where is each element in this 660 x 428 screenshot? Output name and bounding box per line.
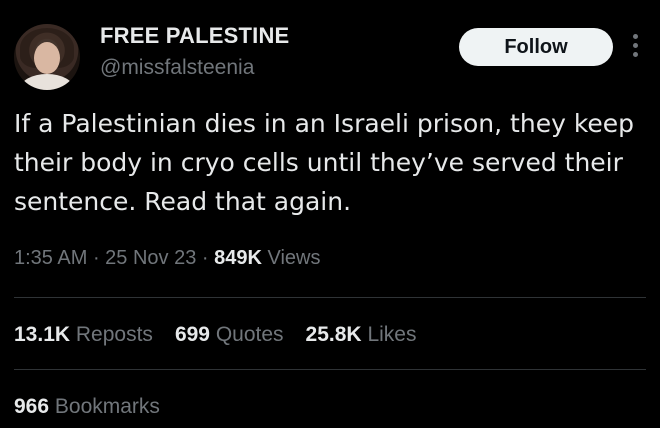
views-label: Views bbox=[267, 247, 321, 269]
engagement-stats: 13.1K Reposts 699 Quotes 25.8K Likes bbox=[14, 323, 416, 347]
reposts-label: Reposts bbox=[75, 323, 153, 346]
more-dot bbox=[632, 34, 638, 39]
more-dot bbox=[632, 52, 638, 57]
follow-button[interactable]: Follow bbox=[459, 28, 613, 66]
more-dot bbox=[632, 43, 638, 48]
bookmarks-count: 966 bbox=[14, 395, 50, 418]
likes-label: Likes bbox=[367, 323, 417, 346]
reposts-count: 13.1K bbox=[14, 323, 71, 346]
avatar-face bbox=[34, 42, 60, 74]
avatar-shirt bbox=[20, 74, 74, 90]
more-options-icon[interactable] bbox=[628, 34, 642, 62]
quotes-stat[interactable]: 699 Quotes bbox=[175, 323, 284, 347]
tweet-time[interactable]: 1:35 AM bbox=[14, 247, 87, 269]
tweet-header: FREE PALESTINE @missfalsteenia Follow bbox=[0, 0, 660, 100]
meta-separator: · bbox=[201, 247, 215, 269]
quotes-count: 699 bbox=[174, 323, 210, 346]
views-count: 849K bbox=[214, 247, 262, 269]
tweet-meta: 1:35 AM · 25 Nov 23 · 849K Views bbox=[14, 247, 321, 270]
reposts-stat[interactable]: 13.1K Reposts bbox=[14, 323, 153, 347]
author-display-name[interactable]: FREE PALESTINE bbox=[100, 23, 289, 49]
quotes-label: Quotes bbox=[215, 323, 284, 346]
meta-separator: · bbox=[92, 247, 106, 269]
tweet-date[interactable]: 25 Nov 23 bbox=[105, 247, 196, 269]
avatar[interactable] bbox=[14, 24, 80, 90]
bookmarks-stat[interactable]: 966 Bookmarks bbox=[14, 395, 160, 419]
tweet-text: If a Palestinian dies in an Israeli pris… bbox=[14, 109, 635, 216]
author-handle[interactable]: @missfalsteenia bbox=[100, 56, 254, 80]
divider bbox=[14, 297, 646, 298]
likes-count: 25.8K bbox=[305, 323, 362, 346]
likes-stat[interactable]: 25.8K Likes bbox=[306, 323, 417, 347]
divider bbox=[14, 369, 646, 370]
bookmarks-label: Bookmarks bbox=[54, 395, 160, 418]
